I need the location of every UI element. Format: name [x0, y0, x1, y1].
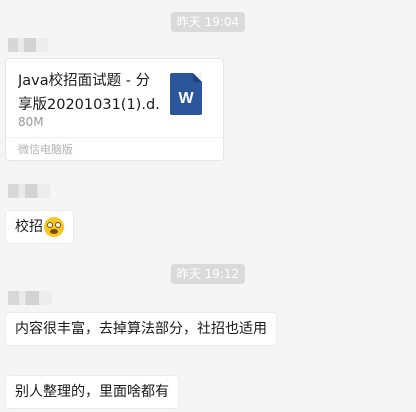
- timestamp: 昨天 19:12: [170, 264, 246, 284]
- file-size: 80M: [18, 115, 44, 129]
- timestamp: 昨天 19:04: [170, 12, 246, 32]
- message-text: 内容很丰富，去掉算法部分，社招也适用: [15, 321, 267, 337]
- message-bubble[interactable]: 内容很丰富，去掉算法部分，社招也适用: [5, 312, 277, 346]
- shocked-emoji-icon: [44, 217, 64, 237]
- file-name: Java校招面试题 - 分 享版20201031(1).d...: [18, 69, 160, 117]
- sender-name-blurred: [8, 38, 48, 52]
- message-text: 校招: [15, 219, 43, 235]
- file-message-card[interactable]: Java校招面试题 - 分 享版20201031(1).d... 80M W 微…: [5, 58, 224, 161]
- file-name-line: Java校招面试题 - 分: [18, 73, 151, 89]
- word-document-icon: W: [170, 73, 202, 115]
- message-bubble[interactable]: 校招: [5, 210, 74, 244]
- word-icon-letter: W: [178, 90, 194, 107]
- sender-name-blurred: [8, 291, 52, 305]
- file-source-label: 微信电脑版: [18, 143, 73, 156]
- divider: [6, 137, 223, 138]
- file-name-line: 享版20201031(1).d...: [18, 97, 160, 113]
- sender-name-blurred: [8, 184, 50, 198]
- message-text: 别人整理的，里面啥都有: [15, 384, 169, 400]
- message-bubble[interactable]: 别人整理的，里面啥都有: [5, 375, 179, 409]
